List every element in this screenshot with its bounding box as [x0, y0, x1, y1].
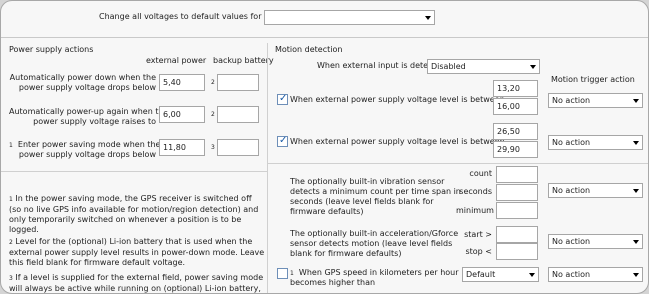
footnote-marker: 2 [211, 111, 215, 118]
voltage-range-1-max-input[interactable]: 16,00 [493, 98, 538, 115]
vibration-seconds-input[interactable] [496, 184, 538, 201]
footnote-1: 1 In the power saving mode, the GPS rece… [9, 194, 259, 234]
vibration-sensor-text: The optionally built-in vibration sensor… [290, 177, 461, 216]
footnote-marker: 3 [211, 144, 215, 151]
motion-trigger-header: Motion trigger action [551, 75, 635, 84]
power-saving-backup-input[interactable] [217, 139, 259, 156]
external-power-header: external power [146, 56, 207, 65]
power-saving-external-input[interactable]: 11,80 [159, 139, 205, 156]
footnote-marker: 1 [290, 270, 294, 277]
gps-speed-action-select[interactable]: No action [548, 267, 643, 282]
top-divider [1, 37, 648, 38]
backup-battery-header: backup battery [213, 56, 274, 65]
accel-start-input[interactable] [496, 226, 538, 243]
power-down-external-input[interactable]: 5,40 [159, 74, 205, 91]
voltage-range-1-min-input[interactable]: 13,20 [493, 80, 538, 97]
voltage-range-1-label: When external power supply voltage level… [290, 95, 505, 104]
power-section-title: Power supply actions [9, 45, 94, 54]
accel-stop-input[interactable] [496, 243, 538, 260]
motion-section-title: Motion detection [275, 45, 343, 54]
power-down-label-line1: Automatically power down when the [9, 73, 156, 82]
chevron-down-icon [425, 16, 431, 20]
start-label: start > [464, 230, 492, 239]
gps-speed-checkbox[interactable] [277, 268, 288, 279]
power-down-backup-input[interactable] [217, 74, 259, 91]
voltage-range-1-checkbox[interactable]: ✓ [277, 93, 288, 105]
stop-label: stop < [465, 247, 492, 256]
power-up-external-input[interactable]: 6,00 [159, 106, 205, 123]
accel-sensor-text: The optionally built-in acceleration/Gfo… [290, 229, 459, 258]
voltage-range-2-max-input[interactable]: 29,90 [493, 141, 538, 158]
column-divider [267, 43, 268, 293]
chevron-down-icon [529, 273, 535, 277]
seconds-label: seconds [459, 187, 492, 196]
notes-divider [1, 171, 267, 172]
footnote-3: 3 If a level is supplied for the externa… [9, 273, 264, 293]
gps-speed-label-line2: becomes higher than [290, 278, 376, 287]
power-up-label-line2: power supply voltage raises to [33, 117, 156, 126]
checkmark-icon: ✓ [279, 135, 288, 146]
footnote-marker: 1 [9, 142, 13, 149]
motion-divider [267, 163, 648, 164]
gps-speed-select[interactable]: Default [462, 267, 539, 282]
external-input-select[interactable]: Disabled [427, 59, 540, 74]
settings-panel: Change all voltages to default values fo… [0, 0, 649, 294]
chevron-down-icon [633, 141, 639, 145]
default-voltages-label: Change all voltages to default values fo… [99, 12, 262, 21]
footnote-marker: 2 [211, 79, 215, 86]
voltage-range-2-min-input[interactable]: 26,50 [493, 123, 538, 140]
minimum-label: minimum [456, 206, 494, 215]
voltage-range-2-action-select[interactable]: No action [548, 135, 643, 150]
vibration-action-select[interactable]: No action [548, 183, 643, 198]
default-voltages-select[interactable] [264, 10, 435, 25]
power-down-label-line2: power supply voltage drops below [18, 83, 156, 92]
count-label: count [469, 169, 492, 178]
power-saving-label-line2: power supply voltage drops below [18, 150, 156, 159]
power-up-backup-input[interactable] [217, 106, 259, 123]
vibration-count-input[interactable] [496, 166, 538, 183]
footnote-2: 2 Level for the (optional) Li-ion batter… [9, 237, 265, 267]
vibration-minimum-input[interactable] [496, 202, 538, 219]
chevron-down-icon [633, 189, 639, 193]
accel-action-select[interactable]: No action [548, 234, 643, 249]
power-up-label-line1: Automatically power-up again when the [9, 107, 169, 116]
chevron-down-icon [633, 273, 639, 277]
chevron-down-icon [633, 240, 639, 244]
voltage-range-1-action-select[interactable]: No action [548, 93, 643, 108]
voltage-range-2-checkbox[interactable]: ✓ [277, 135, 288, 147]
voltage-range-2-label: When external power supply voltage level… [290, 137, 505, 146]
chevron-down-icon [530, 65, 536, 69]
chevron-down-icon [633, 99, 639, 103]
checkmark-icon: ✓ [279, 93, 288, 104]
